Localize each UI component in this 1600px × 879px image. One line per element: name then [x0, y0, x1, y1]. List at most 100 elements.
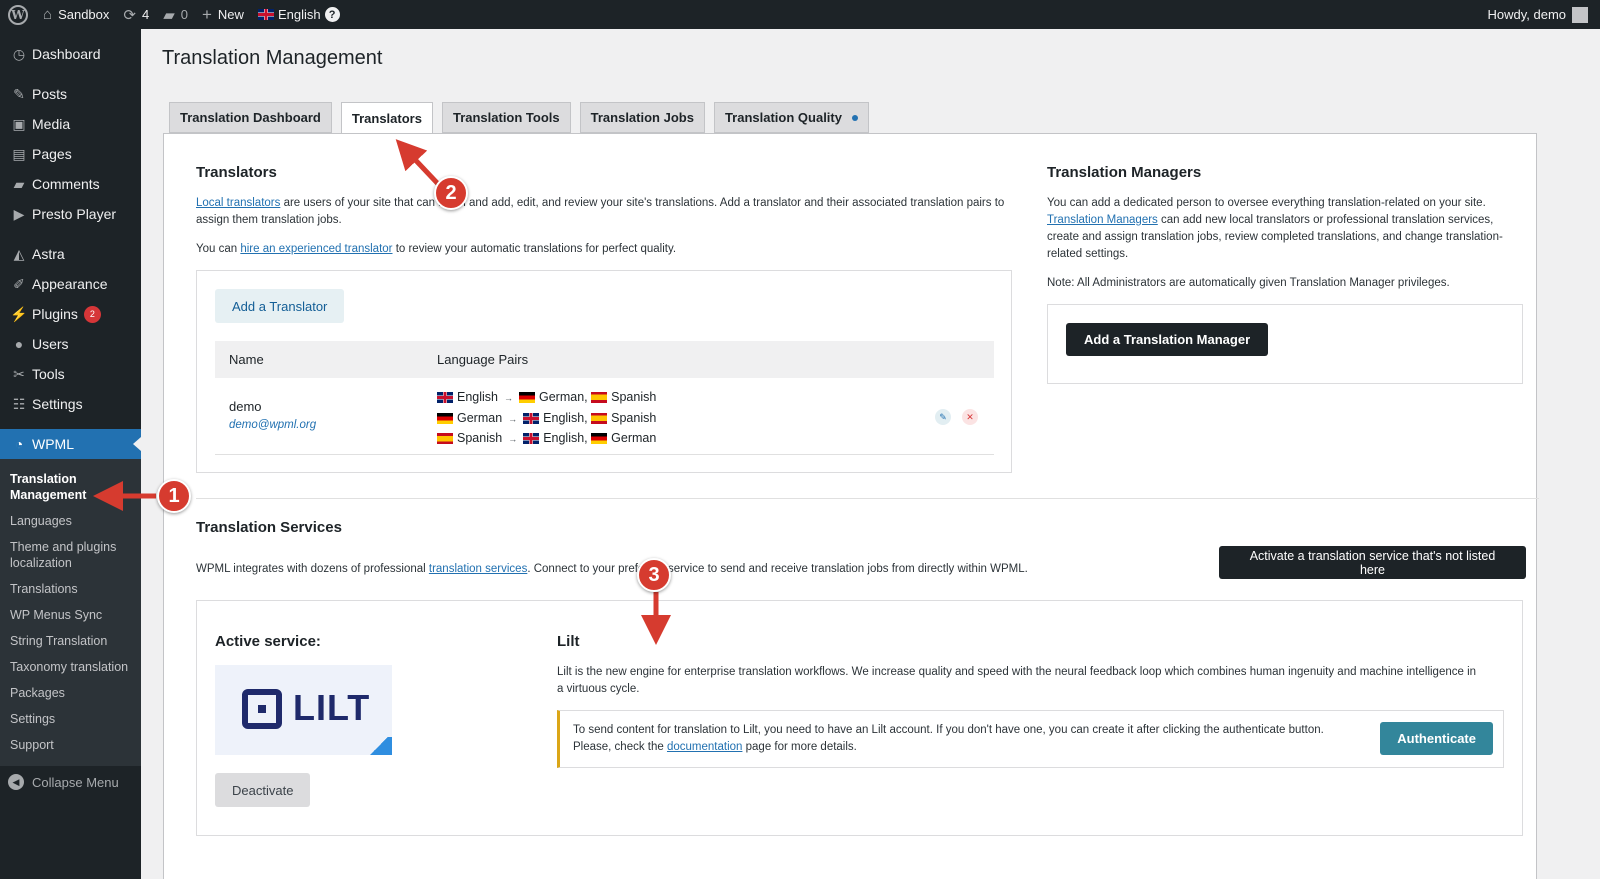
- add-translator-button[interactable]: Add a Translator: [215, 289, 345, 323]
- comments-count: 0: [180, 7, 188, 22]
- sidebar-item-posts[interactable]: ✎ Posts: [0, 79, 141, 109]
- documentation-link[interactable]: documentation: [667, 741, 742, 753]
- managers-desc-line: You can add a dedicated person to overse…: [1047, 197, 1486, 209]
- sidebar-item-astra[interactable]: ◭ Astra: [0, 239, 141, 269]
- edit-icon[interactable]: ✎: [935, 409, 951, 425]
- uk-flag-icon: [523, 412, 540, 424]
- submenu-theme-plugins-localization[interactable]: Theme and plugins localization: [0, 534, 141, 576]
- wrench-icon: ✂: [13, 365, 25, 382]
- site-name: Sandbox: [58, 7, 110, 22]
- local-translators-link[interactable]: Local translators: [196, 197, 280, 209]
- submenu-translations[interactable]: Translations: [0, 576, 141, 602]
- services-heading: Translation Services: [196, 519, 342, 536]
- service-name: Lilt: [557, 633, 580, 650]
- authenticate-button[interactable]: Authenticate: [1380, 722, 1493, 755]
- tab-label: Translation Dashboard: [180, 110, 321, 125]
- language-switcher[interactable]: English ?: [251, 0, 347, 29]
- notice-text: To send content for translation to Lilt,…: [573, 722, 1393, 756]
- tab-translation-dashboard[interactable]: Translation Dashboard: [169, 102, 332, 133]
- tab-translators[interactable]: Translators: [340, 102, 433, 134]
- pair-to: German,: [539, 390, 588, 404]
- sidebar-item-label: Dashboard: [32, 46, 101, 62]
- sidebar-item-users[interactable]: ● Users: [0, 329, 141, 359]
- sidebar-item-media[interactable]: ▣ Media: [0, 109, 141, 139]
- sidebar-item-settings[interactable]: ☷ Settings: [0, 389, 141, 419]
- pair-from: English: [457, 390, 498, 404]
- table-row: demo demo@wpml.org English → German, Spani…: [215, 379, 994, 455]
- pair-to: English,: [543, 431, 588, 445]
- sidebar-item-pages[interactable]: ▤ Pages: [0, 139, 141, 169]
- user-account-menu[interactable]: Howdy, demo: [1487, 6, 1600, 23]
- tab-translation-quality[interactable]: Translation Quality: [713, 102, 869, 133]
- sidebar-item-label: Posts: [32, 86, 68, 102]
- delete-icon[interactable]: ✕: [962, 409, 978, 425]
- help-icon[interactable]: ?: [324, 7, 340, 22]
- tab-bar: Translation Dashboard Translators Transl…: [169, 102, 869, 134]
- translation-managers-link[interactable]: Translation Managers: [1047, 214, 1158, 226]
- updates-link[interactable]: ⟳ 4: [116, 0, 156, 29]
- submenu-string-translation[interactable]: String Translation: [0, 628, 141, 654]
- sidebar-item-label: Tools: [32, 366, 65, 382]
- plugin-icon: ⚡: [10, 305, 28, 322]
- german-flag-icon: [519, 392, 535, 404]
- column-name: Name: [229, 352, 264, 367]
- translator-name: demo: [229, 399, 262, 414]
- callout-badge-3: 3: [637, 558, 671, 592]
- services-desc-suffix: . Connect to your preferred service to s…: [527, 563, 1028, 575]
- lilt-mark-icon: [242, 689, 282, 729]
- tab-translation-jobs[interactable]: Translation Jobs: [579, 102, 705, 133]
- sidebar-item-appearance[interactable]: ✐ Appearance: [0, 269, 141, 299]
- sidebar-item-label: Users: [32, 336, 69, 352]
- pin-icon: ✎: [13, 85, 25, 102]
- german-flag-icon: [437, 412, 453, 424]
- managers-note: Note: All Administrators are automatical…: [1047, 277, 1450, 289]
- collapse-menu-button[interactable]: ◀ Collapse Menu: [0, 766, 141, 798]
- submenu-settings[interactable]: Settings: [0, 706, 141, 732]
- comments-link[interactable]: ▰ 0: [156, 0, 195, 29]
- arrow-right-icon: →: [508, 434, 518, 444]
- pages-icon: ▤: [12, 145, 26, 162]
- avatar: [1572, 6, 1588, 23]
- tab-label: Translators: [351, 110, 422, 126]
- brush-icon: ✐: [13, 275, 25, 292]
- submenu-translation-management[interactable]: Translation Management: [0, 466, 100, 508]
- wordpress-logo-icon[interactable]: W: [0, 0, 36, 29]
- sliders-icon: ☷: [12, 395, 26, 412]
- add-translation-manager-button[interactable]: Add a Translation Manager: [1066, 323, 1269, 356]
- sidebar-item-presto-player[interactable]: ▶ Presto Player: [0, 199, 141, 229]
- services-desc-prefix: WPML integrates with dozens of professio…: [196, 563, 429, 575]
- language-label: English: [277, 7, 321, 22]
- admin-sidebar: ◷ Dashboard ✎ Posts ▣ Media ▤ Pages ▰ Co…: [0, 29, 141, 879]
- translators-section: Translators Local translators are users …: [196, 164, 1011, 258]
- submenu-languages[interactable]: Languages: [0, 508, 141, 534]
- sidebar-item-wpml[interactable]: ◔ WPML: [0, 429, 141, 459]
- notice-line: To send content for translation to Lilt,…: [573, 724, 1324, 736]
- users-icon: ●: [14, 336, 24, 352]
- sidebar-item-tools[interactable]: ✂ Tools: [0, 359, 141, 389]
- sidebar-item-dashboard[interactable]: ◷ Dashboard: [0, 39, 141, 69]
- wpml-icon: ◔: [14, 436, 24, 452]
- deactivate-button[interactable]: Deactivate: [215, 773, 311, 807]
- tab-translation-tools[interactable]: Translation Tools: [441, 102, 571, 133]
- sidebar-item-comments[interactable]: ▰ Comments: [0, 169, 141, 199]
- submenu-packages[interactable]: Packages: [0, 680, 141, 706]
- managers-heading: Translation Managers: [1047, 164, 1202, 181]
- logo-corner-decoration: [366, 737, 392, 755]
- active-service-box: Active service: LILT Deactivate Lilt Lil…: [196, 600, 1523, 836]
- lilt-logo: LILT: [215, 665, 392, 755]
- hire-translator-link[interactable]: hire an experienced translator: [240, 243, 392, 255]
- translation-services-link[interactable]: translation services: [429, 563, 527, 575]
- sidebar-item-plugins[interactable]: ⚡ Plugins 2: [0, 299, 141, 329]
- service-description: Lilt is the new engine for enterprise tr…: [557, 666, 1477, 695]
- pair-from: Spanish: [457, 431, 503, 445]
- activate-unlisted-service-button[interactable]: Activate a translation service that's no…: [1219, 546, 1526, 579]
- uk-flag-icon: [437, 392, 453, 404]
- pair-to: German: [611, 431, 657, 445]
- submenu-taxonomy-translation[interactable]: Taxonomy translation: [0, 654, 141, 680]
- translators-intro: Local translators are users of your site…: [196, 195, 1011, 229]
- submenu-support[interactable]: Support: [0, 732, 141, 758]
- submenu-wp-menus-sync[interactable]: WP Menus Sync: [0, 602, 141, 628]
- sidebar-item-label: Plugins: [32, 306, 78, 322]
- new-content-link[interactable]: + New: [195, 0, 251, 29]
- site-name-link[interactable]: ⌂ Sandbox: [36, 0, 116, 29]
